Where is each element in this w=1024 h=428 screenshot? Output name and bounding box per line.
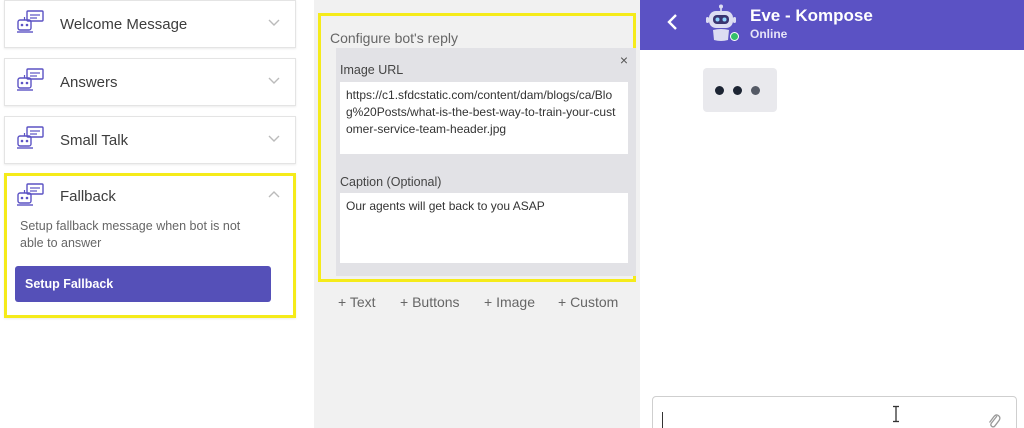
chat-header: Eve - Kompose Online [640,0,1024,50]
accordion-title: Small Talk [60,132,129,149]
chat-bot-icon [17,10,44,33]
config-title: Configure bot's reply [330,30,458,46]
setup-fallback-button[interactable]: Setup Fallback [15,266,271,302]
accordion-title: Welcome Message [60,16,188,33]
bot-status: Online [750,27,788,41]
chevron-down-icon [268,19,280,26]
add-image-button[interactable]: + Image [484,294,535,310]
message-input[interactable] [652,396,1017,428]
text-caret [662,412,663,428]
add-reply-toolbar: + Text + Buttons + Image + Custom [329,294,629,314]
image-url-label: Image URL [340,63,404,77]
reply-config-column: Configure bot's reply × Image URL https:… [314,0,640,428]
accordion-welcome-message[interactable]: Welcome Message [4,0,296,48]
accordion-fallback: Fallback Setup fallback message when bot… [4,173,296,318]
chevron-up-icon [268,191,280,198]
fallback-description: Setup fallback message when bot is not a… [20,219,241,250]
image-reply-card: × Image URL https://c1.sfdcstatic.com/co… [336,48,636,276]
typing-indicator [703,68,777,112]
accordion-answers[interactable]: Answers [4,58,296,106]
text-cursor-icon [893,405,899,423]
accordion-title: Answers [60,74,118,91]
chevron-down-icon [268,135,280,142]
typing-dot [733,86,742,95]
chat-bot-icon [17,183,44,206]
typing-dot [715,86,724,95]
chat-bot-icon [17,126,44,149]
chat-preview: Eve - Kompose Online [640,0,1024,428]
bot-sections-panel: Welcome Message Answers Small Talk Fallb… [0,0,314,428]
attachment-icon[interactable] [987,411,1001,428]
add-text-button[interactable]: + Text [338,294,376,310]
accordion-small-talk[interactable]: Small Talk [4,116,296,164]
accordion-header[interactable]: Answers [5,59,295,105]
accordion-header[interactable]: Welcome Message [5,1,295,47]
bot-name: Eve - Kompose [750,6,873,25]
image-url-field[interactable]: https://c1.sfdcstatic.com/content/dam/bl… [340,82,628,154]
add-buttons-button[interactable]: + Buttons [400,294,460,310]
chevron-down-icon [268,77,280,84]
configure-reply-box: Configure bot's reply × Image URL https:… [318,13,636,282]
back-arrow-icon[interactable] [666,13,680,31]
accordion-header[interactable]: Fallback [7,176,293,216]
typing-dot [751,86,760,95]
accordion-header[interactable]: Small Talk [5,117,295,163]
close-icon[interactable]: × [620,52,628,68]
online-indicator [730,32,739,41]
accordion-title: Fallback [60,188,116,205]
add-custom-button[interactable]: + Custom [558,294,618,310]
caption-field[interactable]: Our agents will get back to you ASAP [340,193,628,263]
chat-bot-icon [17,68,44,91]
caption-label: Caption (Optional) [340,175,442,189]
